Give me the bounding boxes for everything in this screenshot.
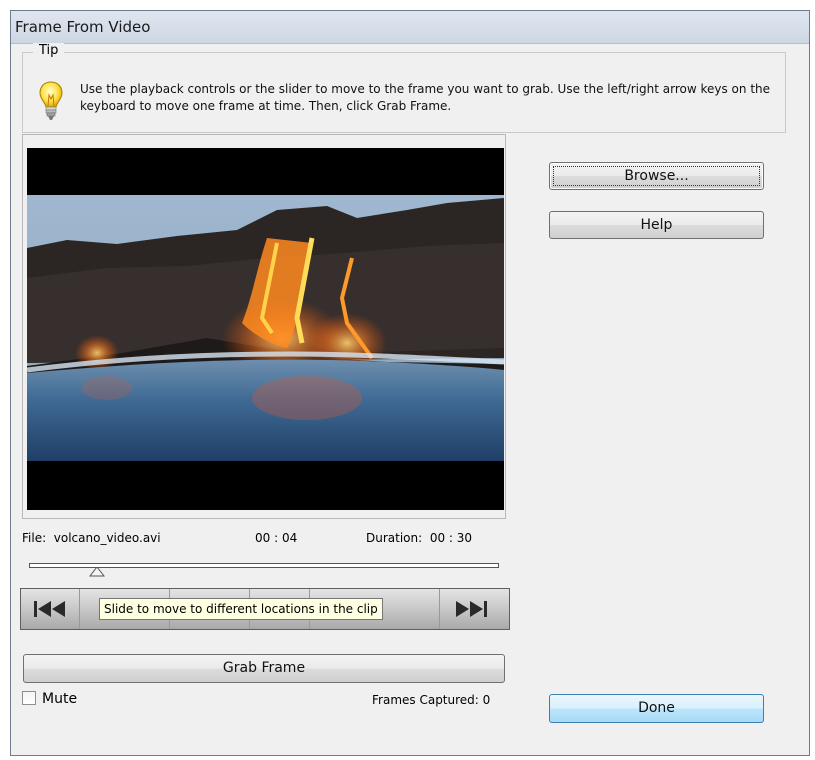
grab-frame-button[interactable]: Grab Frame [23,654,505,683]
help-button[interactable]: Help [549,211,764,239]
window-title: Frame From Video [15,18,151,36]
file-label: File: volcano_video.avi [22,531,161,545]
go-to-end-button[interactable] [439,589,509,629]
tip-text: Use the playback controls or the slider … [80,82,771,113]
current-time: 00 : 04 [255,531,298,545]
frames-captured: Frames Captured: 0 [372,693,491,707]
lightbulb-icon [39,81,63,120]
skip-to-start-icon [34,601,65,617]
slider-thumb[interactable] [89,567,105,577]
slider-tooltip: Slide to move to different locations in … [99,598,383,620]
go-to-start-button[interactable] [21,589,80,629]
video-preview [27,148,504,510]
duration-value: 00 : 30 [429,531,473,545]
title-bar: Frame From Video [11,11,809,44]
tip-legend: Tip [33,43,65,58]
volcano-video-frame-image [27,148,504,510]
mute-label[interactable]: Mute [42,691,77,707]
focus-ring [553,166,760,186]
mute-checkbox[interactable] [22,691,36,705]
skip-to-end-icon [456,601,487,617]
file-name: volcano_video.avi [53,531,161,545]
done-button[interactable]: Done [549,694,764,723]
browse-button[interactable]: Browse... [549,162,764,190]
duration-readout: Duration: 00 : 30 [366,531,473,545]
